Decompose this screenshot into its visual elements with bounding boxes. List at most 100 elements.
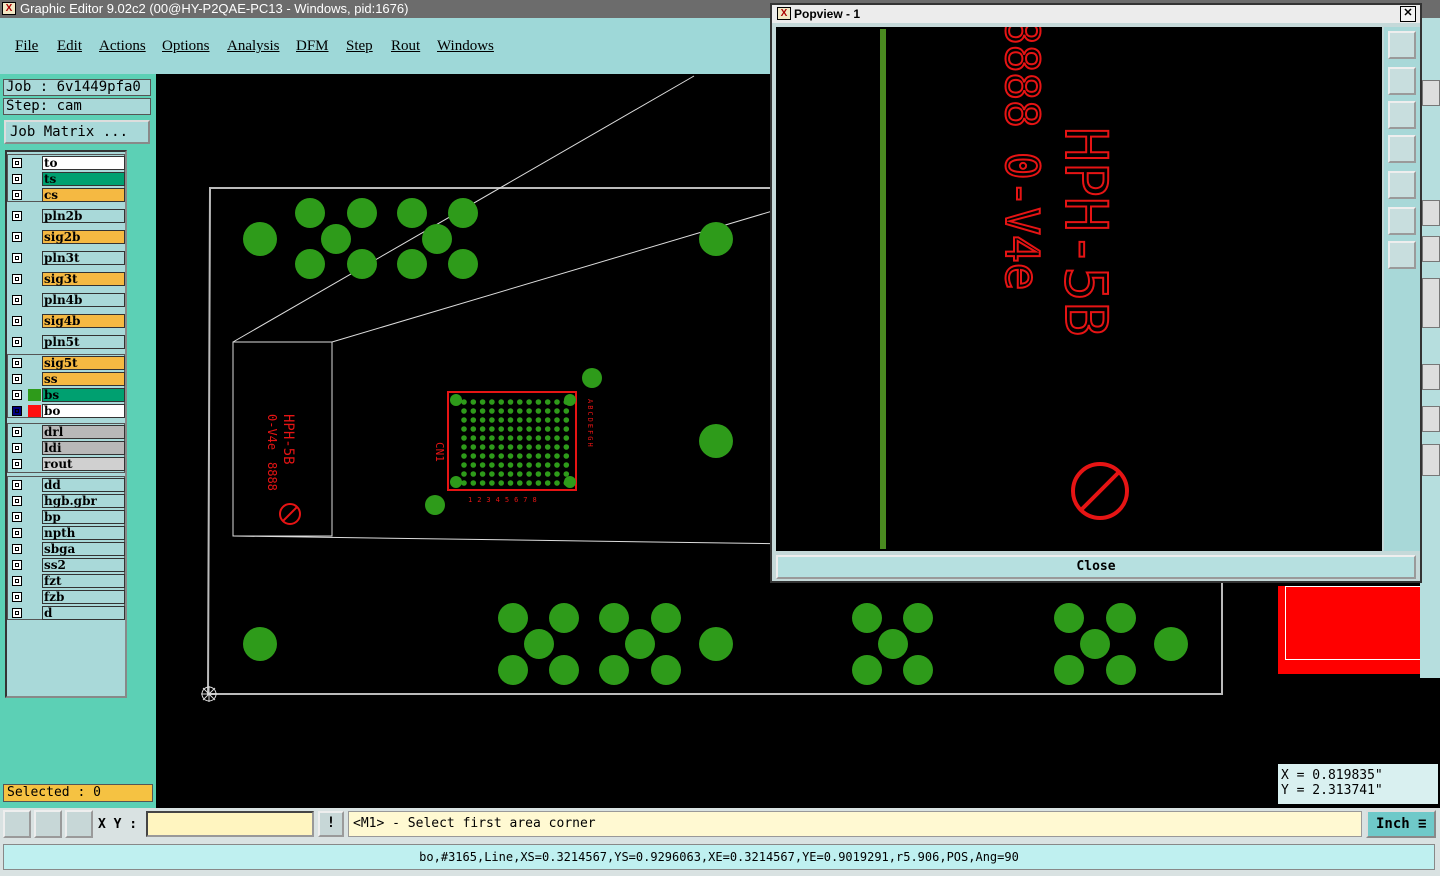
bga-ball <box>470 462 477 468</box>
layer-checkbox[interactable] <box>12 512 22 522</box>
edge-button[interactable] <box>1422 236 1440 262</box>
layer-checkbox[interactable] <box>12 390 22 400</box>
layer-checkbox[interactable] <box>12 295 22 305</box>
layer-checkbox[interactable] <box>12 443 22 453</box>
silkscreen-small: HPH-5B 0-V4e 8888 <box>265 414 296 491</box>
layer-checkbox[interactable] <box>12 232 22 242</box>
measure-icon[interactable] <box>34 810 62 838</box>
layer-row-fzb[interactable]: fzb <box>9 590 127 604</box>
menu-rout[interactable]: Rout <box>391 38 420 55</box>
menu-analysis[interactable]: Analysis <box>227 38 280 55</box>
layer-checkbox[interactable] <box>12 528 22 538</box>
layer-checkbox[interactable] <box>12 427 22 437</box>
layer-row-npth[interactable]: npth <box>9 526 127 540</box>
layer-checkbox[interactable] <box>12 592 22 602</box>
job-matrix-button[interactable]: Job Matrix ... <box>4 120 150 144</box>
layer-row-pln2b[interactable]: pln2b <box>9 209 127 223</box>
layer-checkbox[interactable] <box>12 608 22 618</box>
layer-row-bs[interactable]: bs <box>9 388 127 402</box>
unit-selector[interactable]: Inch ≡ <box>1366 810 1436 838</box>
layer-checkbox[interactable] <box>12 406 22 416</box>
window-swap-icon[interactable] <box>1388 31 1416 59</box>
bga-ball <box>489 417 495 423</box>
layer-checkbox[interactable] <box>12 358 22 368</box>
edge-button[interactable] <box>1422 364 1440 390</box>
layer-row-sbga[interactable]: sbga <box>9 542 127 556</box>
layer-checkbox[interactable] <box>12 316 22 326</box>
menu-actions[interactable]: Actions <box>99 38 146 55</box>
pan-up-icon[interactable] <box>1388 67 1416 95</box>
bga-ball <box>479 462 486 468</box>
zoom-area-icon[interactable] <box>3 810 31 838</box>
layer-row-pln3t[interactable]: pln3t <box>9 251 127 265</box>
layer-row-sig4b[interactable]: sig4b <box>9 314 127 328</box>
edge-button[interactable] <box>1422 406 1440 432</box>
close-icon[interactable]: ✕ <box>1400 6 1416 22</box>
layer-row-dd[interactable]: dd <box>9 478 127 492</box>
menu-options[interactable]: Options <box>162 38 210 55</box>
step-name: Step: cam <box>3 98 151 115</box>
layer-row-ss2[interactable]: ss2 <box>9 558 127 572</box>
layer-row-d[interactable]: d <box>9 606 127 620</box>
xy-input[interactable] <box>146 811 314 837</box>
bga-ball <box>498 471 505 477</box>
layer-row-hgb[interactable]: hgb.gbr <box>9 494 127 508</box>
layer-row-fzt[interactable]: fzt <box>9 574 127 588</box>
edge-button[interactable] <box>1422 80 1440 106</box>
layer-checkbox[interactable] <box>12 496 22 506</box>
layer-checkbox[interactable] <box>12 374 22 384</box>
layer-row-drl[interactable]: drl <box>9 425 127 439</box>
bga-ball <box>517 453 523 459</box>
layer-row-sig2b[interactable]: sig2b <box>9 230 127 244</box>
layer-row-sig3t[interactable]: sig3t <box>9 272 127 286</box>
layer-row-ldi[interactable]: ldi <box>9 441 127 455</box>
popview-close-button[interactable]: Close <box>776 555 1416 579</box>
layer-row-rout[interactable]: rout <box>9 457 127 471</box>
layer-checkbox[interactable] <box>12 576 22 586</box>
layer-row-bp[interactable]: bp <box>9 510 127 524</box>
zoom-home-icon[interactable] <box>1388 241 1416 269</box>
layer-row-ts[interactable]: ts <box>9 172 127 186</box>
edge-button[interactable] <box>1422 278 1440 328</box>
layer-checkbox[interactable] <box>12 544 22 554</box>
layer-row-bo[interactable]: bo <box>9 404 127 418</box>
popview-canvas[interactable]: HPH-5B 0-V4e 8888 <box>776 16 1382 551</box>
layer-checkbox[interactable] <box>12 560 22 570</box>
menu-file[interactable]: File <box>15 38 38 55</box>
bga-ball <box>554 462 560 468</box>
layer-checkbox[interactable] <box>12 158 22 168</box>
background-toolbar-edge <box>1420 18 1440 678</box>
exclaim-button[interactable]: ! <box>318 811 344 837</box>
bga-ball <box>489 462 495 468</box>
layer-checkbox[interactable] <box>12 459 22 469</box>
snap-grid-icon[interactable] <box>65 810 93 838</box>
bga-ball <box>470 399 477 405</box>
menu-dfm[interactable]: DFM <box>296 38 329 55</box>
layer-row-pln4b[interactable]: pln4b <box>9 293 127 307</box>
pan-left-icon[interactable] <box>1388 135 1416 163</box>
menu-windows[interactable]: Windows <box>437 38 494 55</box>
layer-checkbox[interactable] <box>12 190 22 200</box>
layer-color-swatch <box>28 405 41 417</box>
zoom-fit-icon[interactable] <box>1388 207 1416 235</box>
layer-row-sig5t[interactable]: sig5t <box>9 356 127 370</box>
layer-row-cs[interactable]: cs <box>9 188 127 202</box>
menu-edit[interactable]: Edit <box>57 38 82 55</box>
layer-checkbox[interactable] <box>12 211 22 221</box>
layer-checkbox[interactable] <box>12 480 22 490</box>
bga-ball <box>507 408 514 414</box>
layer-row-pln5t[interactable]: pln5t <box>9 335 127 349</box>
bga-ball <box>470 471 477 477</box>
edge-button[interactable] <box>1422 444 1440 476</box>
layer-checkbox[interactable] <box>12 274 22 284</box>
layer-row-to[interactable]: to <box>9 156 127 170</box>
layer-row-ss[interactable]: ss <box>9 372 127 386</box>
pan-down-icon[interactable] <box>1388 101 1416 129</box>
layer-checkbox[interactable] <box>12 337 22 347</box>
edge-button[interactable] <box>1422 200 1440 226</box>
menu-step[interactable]: Step <box>346 38 373 55</box>
layer-checkbox[interactable] <box>12 253 22 263</box>
layer-checkbox[interactable] <box>12 174 22 184</box>
pan-right-icon[interactable] <box>1388 171 1416 199</box>
silkscreen-large: HPH-5B 0-V4e 8888 <box>994 16 1121 338</box>
